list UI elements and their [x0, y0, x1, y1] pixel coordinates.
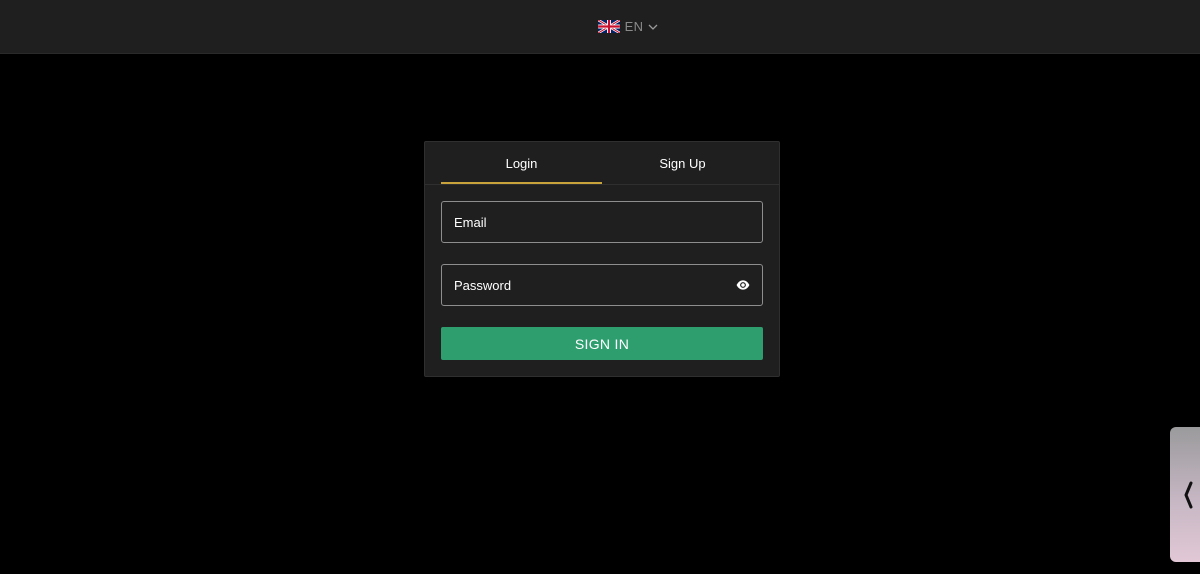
- auth-tabs: Login Sign Up: [441, 142, 763, 184]
- eye-icon[interactable]: [736, 278, 750, 292]
- auth-card: Login Sign Up SIGN IN: [424, 141, 780, 377]
- language-selector[interactable]: EN: [597, 19, 659, 34]
- chevron-down-icon: [648, 24, 658, 30]
- email-field[interactable]: [454, 214, 750, 230]
- side-panel-toggle[interactable]: [1170, 427, 1200, 562]
- top-bar: EN: [0, 0, 1200, 54]
- tabs-divider: [425, 184, 779, 185]
- uk-flag-icon: [597, 20, 620, 33]
- email-field-wrapper: [441, 201, 763, 243]
- password-field-wrapper: [441, 264, 763, 306]
- password-field[interactable]: [454, 277, 736, 293]
- tab-sign-up[interactable]: Sign Up: [602, 142, 763, 184]
- language-code: EN: [624, 19, 644, 34]
- sign-in-button[interactable]: SIGN IN: [441, 327, 763, 360]
- tab-login[interactable]: Login: [441, 142, 602, 184]
- chevron-left-icon: [1184, 481, 1193, 508]
